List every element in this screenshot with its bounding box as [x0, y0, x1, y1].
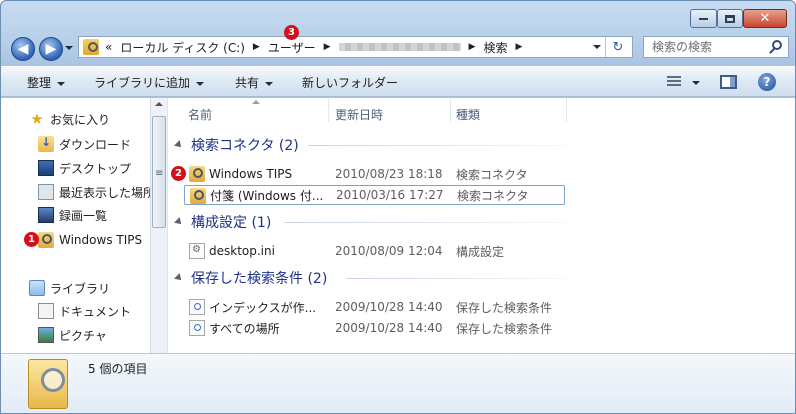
organize-menu[interactable]: 整理 — [27, 74, 66, 91]
breadcrumb-separator-icon[interactable]: ▶ — [253, 42, 260, 52]
back-arrow-icon: ◀ — [17, 41, 29, 57]
nav-item-documents[interactable]: ドキュメント — [38, 301, 131, 321]
recent-pages-dropdown[interactable] — [65, 46, 73, 50]
callout-badge-3: 3 — [284, 25, 299, 40]
address-history-dropdown[interactable] — [593, 45, 601, 49]
file-row[interactable]: インデックスが作... 2009/10/28 14:40 保存した検索条件 — [184, 297, 565, 317]
chevron-down-icon — [196, 81, 205, 86]
file-row[interactable]: Windows TIPS 2010/08/23 18:18 検索コネクタ — [184, 164, 565, 184]
maximize-icon — [725, 14, 735, 23]
nav-item-downloads[interactable]: ダウンロード — [38, 134, 131, 154]
group-header-settings[interactable]: 構成設定 (1) — [174, 212, 271, 232]
collapse-group-icon[interactable] — [174, 273, 184, 283]
search-input[interactable] — [652, 40, 772, 54]
forward-arrow-icon: ▶ — [45, 41, 57, 57]
group-header-saved-searches[interactable]: 保存した検索条件 (2) — [174, 268, 327, 288]
help-icon[interactable]: ? — [758, 73, 776, 91]
group-header-search-connectors[interactable]: 検索コネクタ (2) — [174, 135, 299, 155]
address-bar[interactable]: « ローカル ディスク (C:) ▶ ユーザー ▶ ▶ 検索 ▶ ↻ — [78, 36, 633, 58]
nav-item-recordings[interactable]: 録画一覧 — [38, 205, 107, 225]
breadcrumb-separator-icon[interactable]: ▶ — [469, 42, 476, 52]
add-to-library-menu[interactable]: ライブラリに追加 — [94, 74, 205, 91]
forward-button[interactable]: ▶ — [39, 37, 63, 61]
column-header-type[interactable]: 種類 — [456, 106, 480, 123]
file-row[interactable]: desktop.ini 2010/08/09 12:04 構成設定 — [184, 241, 565, 261]
column-divider[interactable] — [450, 98, 451, 122]
scrollbar-grip-icon: ≡ — [155, 168, 164, 179]
preview-pane-icon[interactable] — [720, 75, 737, 89]
file-list: 名前 更新日時 種類 検索コネクタ (2) Windows TIPS 2010/… — [167, 98, 795, 353]
star-icon: ★ — [30, 110, 44, 128]
navigation-pane: ★お気に入り ダウンロード デスクトップ 最近表示した場所 録画一覧 Windo… — [1, 98, 150, 353]
breadcrumb-searches[interactable]: 検索 — [483, 39, 507, 56]
nav-item-libraries[interactable]: ライブラリ — [29, 278, 110, 298]
maximize-button[interactable] — [717, 9, 743, 28]
library-icon — [29, 280, 45, 296]
search-connector-icon — [38, 232, 54, 248]
navigation-pane-scrollbar[interactable]: ≡ — [150, 98, 167, 353]
collapse-group-icon[interactable] — [174, 217, 184, 227]
search-box[interactable] — [643, 36, 789, 58]
item-count: 5 個の項目 — [88, 362, 148, 376]
close-button[interactable]: ✕ — [743, 9, 787, 28]
view-options-dropdown[interactable] — [692, 81, 700, 85]
callout-badge-1: 1 — [24, 232, 39, 247]
documents-icon — [38, 303, 54, 319]
group-divider — [346, 278, 568, 279]
share-menu[interactable]: 共有 — [235, 74, 274, 91]
minimize-button[interactable] — [690, 9, 717, 28]
refresh-button[interactable]: ↻ — [605, 37, 630, 57]
breadcrumb-overflow[interactable]: « — [105, 40, 112, 54]
search-connector-icon — [190, 188, 206, 204]
nav-item-pictures[interactable]: ピクチャ — [38, 325, 107, 345]
breadcrumb-local-disk[interactable]: ローカル ディスク (C:) — [120, 39, 245, 56]
new-folder-button[interactable]: 新しいフォルダー — [302, 74, 398, 91]
back-button[interactable]: ◀ — [11, 37, 35, 61]
column-divider[interactable] — [566, 98, 567, 122]
column-header-name[interactable]: 名前 — [188, 106, 212, 123]
nav-item-windows-tips[interactable]: Windows TIPS — [38, 230, 142, 250]
nav-item-desktop[interactable]: デスクトップ — [38, 158, 131, 178]
command-bar: 整理 ライブラリに追加 共有 新しいフォルダー ? — [1, 66, 795, 97]
saved-search-icon — [189, 320, 205, 336]
breadcrumb-separator-icon[interactable]: ▶ — [515, 42, 522, 52]
details-pane: 5 個の項目 — [1, 353, 795, 413]
downloads-folder-icon — [38, 135, 54, 152]
chevron-down-icon — [265, 81, 274, 86]
sort-ascending-icon — [252, 100, 260, 104]
file-row[interactable]: 付箋 (Windows 付... 2010/03/16 17:27 検索コネクタ — [184, 185, 565, 205]
collapse-group-icon[interactable] — [174, 140, 184, 150]
recent-places-icon — [38, 184, 54, 200]
file-row[interactable]: すべての場所 2009/10/28 14:40 保存した検索条件 — [184, 318, 565, 338]
pictures-icon — [38, 327, 54, 343]
callout-badge-2: 2 — [171, 166, 186, 181]
settings-file-icon — [189, 243, 205, 259]
search-icon[interactable] — [772, 40, 782, 50]
search-folder-icon — [28, 359, 68, 409]
minimize-icon — [699, 17, 708, 20]
search-connector-icon — [83, 39, 99, 55]
view-options-icon[interactable] — [667, 76, 681, 88]
group-divider — [308, 145, 568, 146]
chevron-down-icon — [57, 81, 66, 86]
search-connector-icon — [189, 166, 205, 182]
column-divider[interactable] — [328, 98, 329, 122]
desktop-icon — [38, 160, 54, 176]
recorded-tv-icon — [38, 207, 54, 223]
nav-item-favorites[interactable]: ★ お気に入り — [29, 109, 110, 129]
breadcrumb-users[interactable]: ユーザー — [268, 39, 316, 56]
nav-item-recent-places[interactable]: 最近表示した場所 — [38, 182, 150, 202]
scroll-up-icon[interactable] — [155, 102, 163, 106]
breadcrumb-username-redacted[interactable] — [338, 43, 461, 51]
close-icon: ✕ — [759, 11, 771, 26]
column-header-modified[interactable]: 更新日時 — [335, 106, 383, 123]
breadcrumb-separator-icon[interactable]: ▶ — [324, 42, 331, 52]
group-divider — [284, 222, 568, 223]
explorer-window: ✕ ◀ ▶ « ローカル ディスク (C:) ▶ ユーザー ▶ ▶ 検索 ▶ ↻… — [0, 0, 796, 414]
saved-search-icon — [189, 299, 205, 315]
